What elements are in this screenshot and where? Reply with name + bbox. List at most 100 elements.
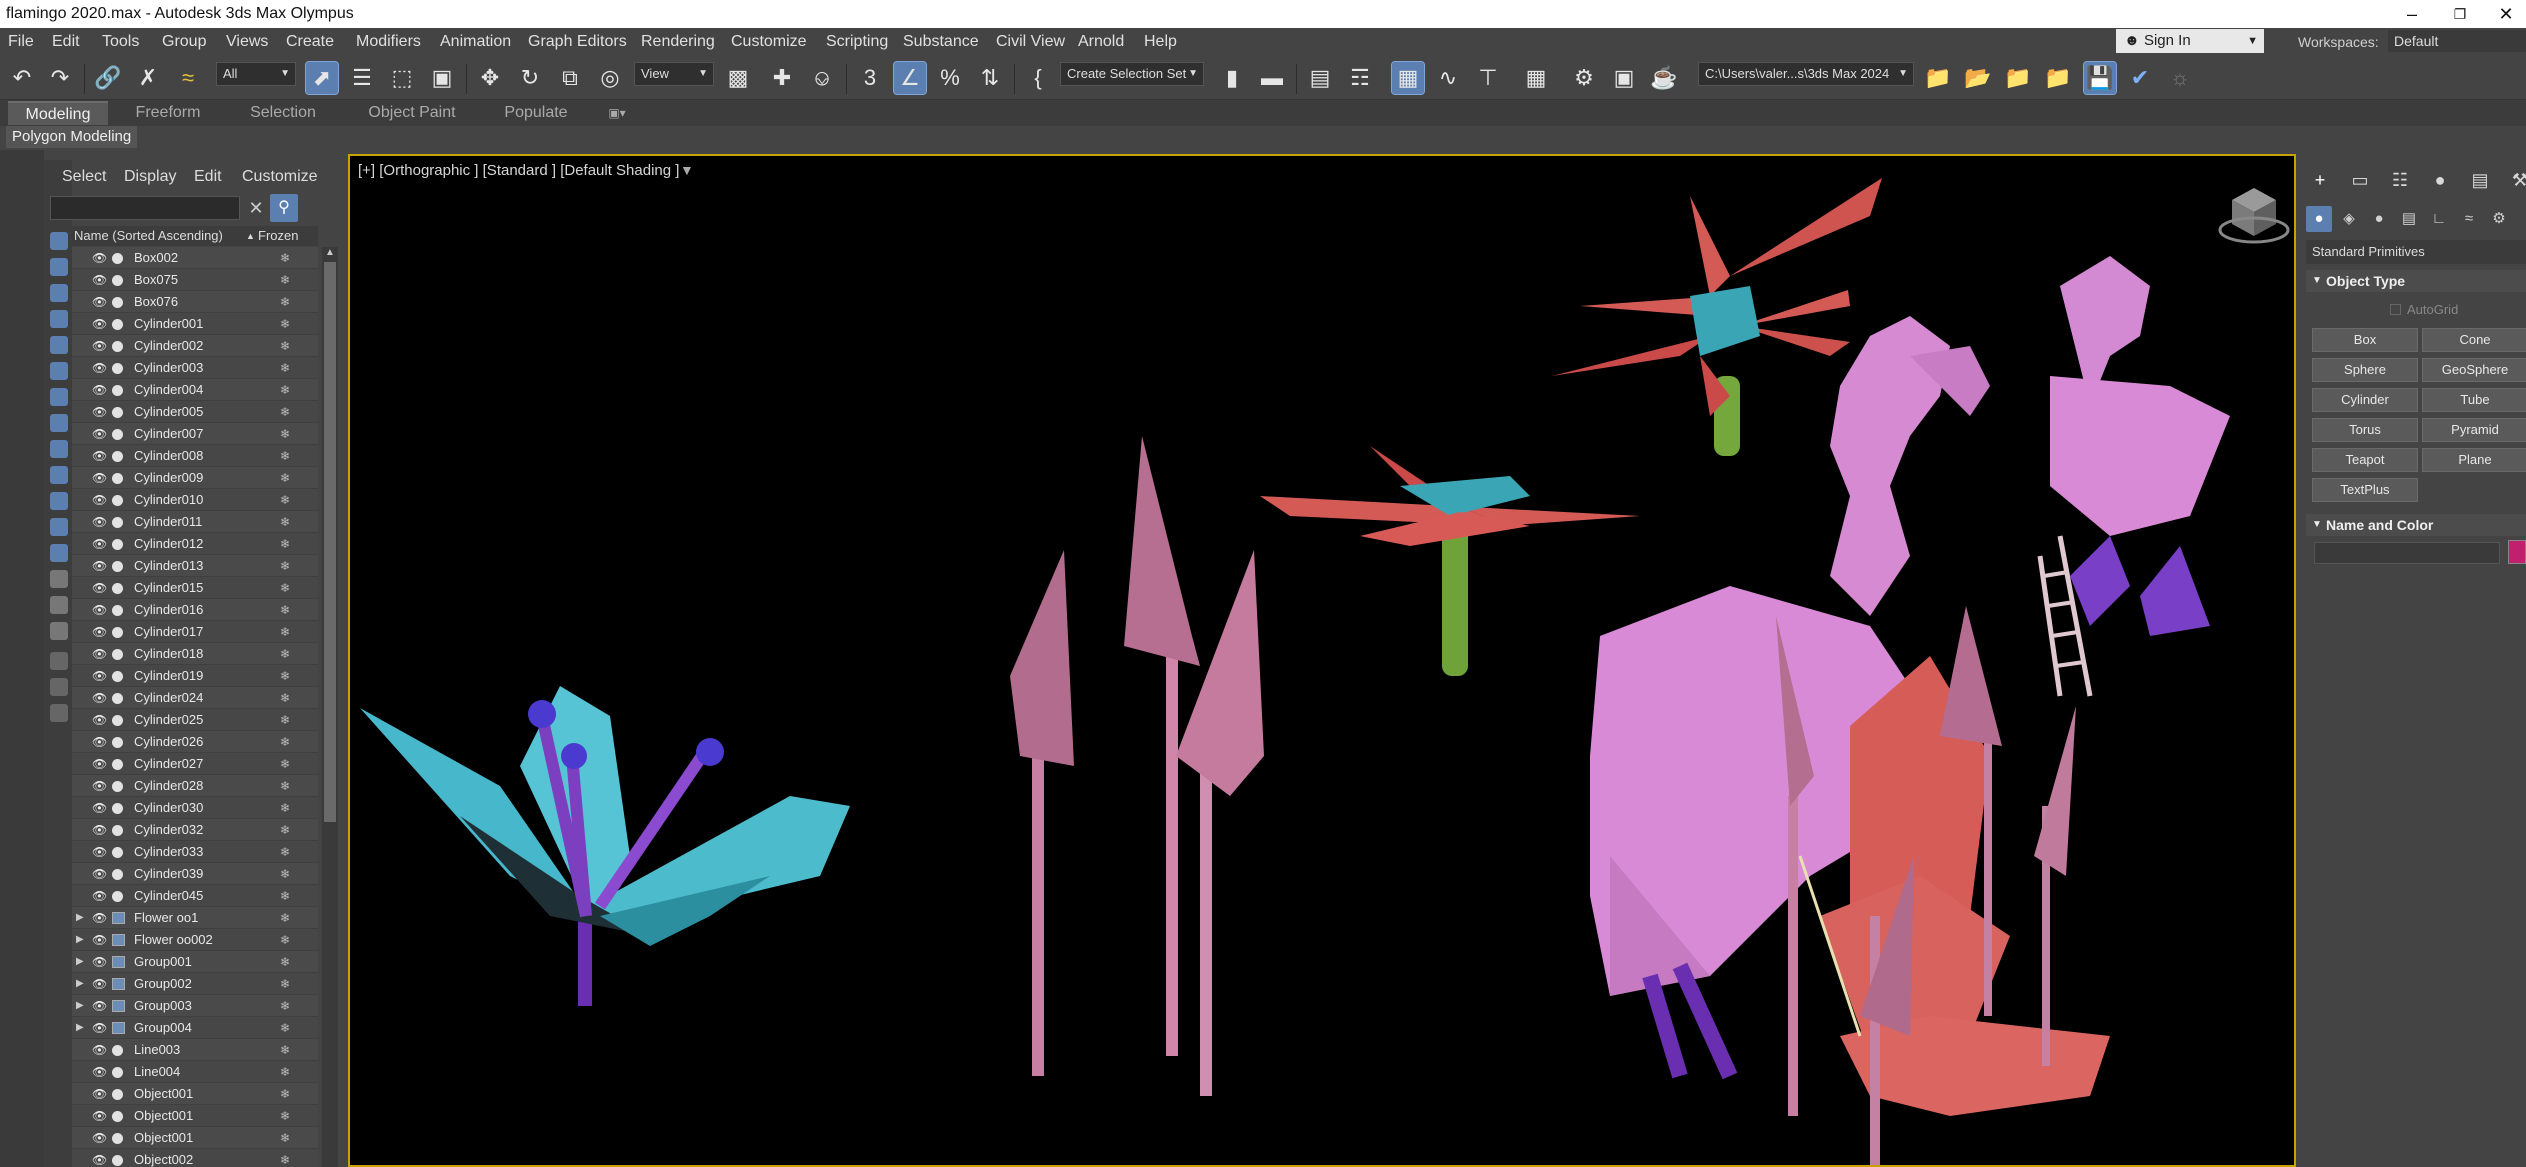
menu-create[interactable]: Create (286, 33, 334, 51)
freeze-toggle-icon[interactable]: ❄ (280, 709, 290, 731)
render-toggle-icon[interactable] (112, 451, 123, 462)
expand-arrow-icon[interactable]: ▶ (76, 951, 86, 973)
menu-group[interactable]: Group (162, 33, 206, 51)
visibility-eye-icon[interactable]: 👁 (92, 1127, 107, 1149)
filter-selected-icon[interactable] (50, 652, 68, 670)
clear-search-icon[interactable]: ✕ (244, 196, 268, 220)
render-toggle-icon[interactable] (112, 319, 123, 330)
named-selection-dropdown[interactable]: Create Selection Set ▼ (1060, 62, 1204, 86)
modify-tab-icon[interactable]: ▭ (2346, 166, 2374, 194)
close-icon[interactable]: ✕ (2486, 2, 2526, 26)
visibility-eye-icon[interactable]: 👁 (92, 665, 107, 687)
explorer-menu-customize[interactable]: Customize (242, 168, 318, 186)
freeze-toggle-icon[interactable]: ❄ (280, 313, 290, 335)
align-icon[interactable]: ▬ (1256, 62, 1288, 94)
visibility-eye-icon[interactable]: 👁 (92, 445, 107, 467)
freeze-toggle-icon[interactable]: ❄ (280, 621, 290, 643)
visibility-eye-icon[interactable]: 👁 (92, 775, 107, 797)
list-item[interactable]: 👁 Object001 ❄ (72, 1083, 318, 1105)
material-editor-icon[interactable]: ▦ (1520, 62, 1552, 94)
select-by-name-icon[interactable]: ☰ (346, 62, 378, 94)
list-item[interactable]: 👁 Cylinder012 ❄ (72, 533, 318, 555)
render-toggle-icon[interactable] (112, 429, 123, 440)
render-toggle-icon[interactable] (112, 847, 123, 858)
render-toggle-icon[interactable] (112, 275, 123, 286)
render-toggle-icon[interactable] (112, 759, 123, 770)
rendered-frame-window-icon[interactable]: ▣ (1608, 62, 1640, 94)
render-toggle-icon[interactable] (112, 561, 123, 572)
toggle-layer-explorer-icon[interactable]: ☶ (1344, 62, 1376, 94)
polygon-modeling-tab[interactable]: Polygon Modeling (6, 126, 138, 148)
render-toggle-icon[interactable] (112, 891, 123, 902)
column-frozen-header[interactable]: Frozen (258, 226, 298, 246)
list-item[interactable]: 👁 Cylinder015 ❄ (72, 577, 318, 599)
reference-coordinate-dropdown[interactable]: View ▼ (634, 62, 714, 86)
visibility-eye-icon[interactable]: 👁 (92, 1061, 107, 1083)
freeze-toggle-icon[interactable]: ❄ (280, 379, 290, 401)
list-item[interactable]: 👁 Box002 ❄ (72, 247, 318, 269)
freeze-toggle-icon[interactable]: ❄ (280, 929, 290, 951)
torus-button[interactable]: Torus (2312, 418, 2418, 442)
list-item[interactable]: 👁 Cylinder019 ❄ (72, 665, 318, 687)
column-name-header[interactable]: Name (Sorted Ascending) (74, 226, 223, 246)
textplus-button[interactable]: TextPlus (2312, 478, 2418, 502)
visibility-eye-icon[interactable]: 👁 (92, 489, 107, 511)
visibility-eye-icon[interactable]: 👁 (92, 929, 107, 951)
render-toggle-icon[interactable] (112, 803, 123, 814)
project-path-dropdown[interactable]: C:\Users\valer...s\3ds Max 2024 ▼ (1698, 62, 1914, 86)
list-item[interactable]: 👁 Cylinder013 ❄ (72, 555, 318, 577)
render-setup-icon[interactable]: ⚙ (1568, 62, 1600, 94)
visibility-eye-icon[interactable]: 👁 (92, 951, 107, 973)
display-frozen-icon[interactable] (50, 518, 68, 536)
freeze-toggle-icon[interactable]: ❄ (280, 423, 290, 445)
display-shapes-icon[interactable] (50, 284, 68, 302)
list-item[interactable]: ▶ 👁 Group003 ❄ (72, 995, 318, 1017)
expand-arrow-icon[interactable]: ▶ (76, 973, 86, 995)
plane-button[interactable]: Plane (2422, 448, 2526, 472)
explorer-menu-edit[interactable]: Edit (194, 168, 222, 186)
menu-help[interactable]: Help (1144, 33, 1177, 51)
render-toggle-icon[interactable] (112, 671, 123, 682)
freeze-toggle-icon[interactable]: ❄ (280, 819, 290, 841)
display-hidden-icon[interactable] (50, 544, 68, 562)
freeze-toggle-icon[interactable]: ❄ (280, 1149, 290, 1167)
object-color-swatch[interactable] (2508, 540, 2526, 564)
render-toggle-icon[interactable] (112, 363, 123, 374)
undo-icon[interactable]: ↶ (6, 62, 38, 94)
visibility-eye-icon[interactable]: 👁 (92, 1017, 107, 1039)
place-icon[interactable]: ◎ (594, 62, 626, 94)
list-item[interactable]: ▶ 👁 Group001 ❄ (72, 951, 318, 973)
freeze-toggle-icon[interactable]: ❄ (280, 1061, 290, 1083)
visibility-eye-icon[interactable]: 👁 (92, 841, 107, 863)
list-item[interactable]: 👁 Cylinder027 ❄ (72, 753, 318, 775)
freeze-toggle-icon[interactable]: ❄ (280, 1039, 290, 1061)
freeze-toggle-icon[interactable]: ❄ (280, 1105, 290, 1127)
filter-layer-icon[interactable] (50, 704, 68, 722)
lightbulb-icon[interactable]: ☼ (2164, 62, 2196, 94)
menu-file[interactable]: File (8, 33, 34, 51)
list-item[interactable]: 👁 Object001 ❄ (72, 1105, 318, 1127)
name-and-color-rollout[interactable]: ▼ Name and Color (2306, 514, 2526, 536)
list-item[interactable]: 👁 Cylinder003 ❄ (72, 357, 318, 379)
list-item[interactable]: 👁 Object002 ❄ (72, 1149, 318, 1167)
pyramid-button[interactable]: Pyramid (2422, 418, 2526, 442)
motion-tab-icon[interactable]: ● (2426, 166, 2454, 194)
toggle-ribbon-icon[interactable]: ▦ (1391, 61, 1425, 95)
curve-editor-icon[interactable]: ∿ (1432, 62, 1464, 94)
list-item[interactable]: 👁 Cylinder039 ❄ (72, 863, 318, 885)
visibility-eye-icon[interactable]: 👁 (92, 973, 107, 995)
visibility-eye-icon[interactable]: 👁 (92, 753, 107, 775)
rectangular-selection-icon[interactable]: ⬚ (386, 62, 418, 94)
menu-graph-editors[interactable]: Graph Editors (528, 33, 627, 51)
freeze-toggle-icon[interactable]: ❄ (280, 885, 290, 907)
freeze-toggle-icon[interactable]: ❄ (280, 533, 290, 555)
ribbon-options-icon[interactable]: ▣▾ (600, 101, 634, 125)
visibility-eye-icon[interactable]: 👁 (92, 335, 107, 357)
filter-icon[interactable] (50, 678, 68, 696)
list-item[interactable]: ▶ 👁 Flower oo1 ❄ (72, 907, 318, 929)
open-folder-icon[interactable]: 📂 (1962, 62, 1994, 94)
visibility-eye-icon[interactable]: 👁 (92, 731, 107, 753)
freeze-toggle-icon[interactable]: ❄ (280, 1083, 290, 1105)
freeze-toggle-icon[interactable]: ❄ (280, 863, 290, 885)
visibility-eye-icon[interactable]: 👁 (92, 577, 107, 599)
